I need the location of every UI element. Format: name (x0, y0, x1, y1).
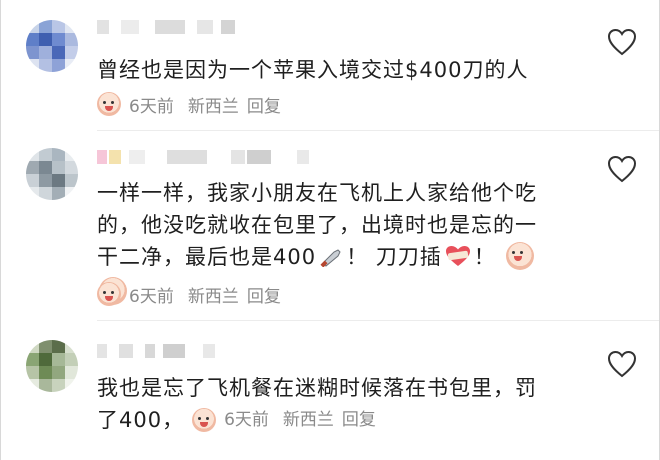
comment-text: 我也是忘了飞机餐在迷糊时候落在书包里，罚 了400， 6天前 新西兰 回复 (97, 372, 567, 436)
text-segment: ！ 刀刀插 (346, 245, 442, 269)
comment-location: 新西兰 (282, 410, 334, 430)
crying-face-emoji-icon (505, 242, 534, 270)
reply-button[interactable]: 回复 (247, 92, 281, 117)
kitchen-knife-icon (319, 244, 343, 276)
avatar[interactable] (26, 340, 78, 392)
username-blurred[interactable] (97, 20, 257, 38)
text-segment: ！ (473, 245, 496, 269)
comment-location: 新西兰 (187, 96, 239, 117)
comment-time: 6天前 (129, 96, 174, 117)
text-segment: 干二净，最后也是400 (97, 245, 317, 269)
like-heart-icon[interactable] (607, 155, 637, 183)
comment-text-line: 一样一样，我家小朋友在飞机上人家给他个吃 (97, 181, 537, 205)
text-segment: 了400， (97, 408, 185, 432)
divider (97, 320, 659, 321)
comment-meta: 6天前 新西兰 回复 (97, 282, 281, 307)
comment-text-line: 的，他没吃就收在包里了，出境时也是忘的一 (97, 213, 537, 237)
comment-text-line: 我也是忘了飞机餐在迷糊时候落在书包里，罚 (97, 376, 537, 400)
divider (97, 130, 659, 131)
comment-time: 6天前 (129, 286, 174, 307)
crying-face-emoji-icon (97, 282, 121, 306)
comment-meta: 6天前 新西兰 回复 (192, 408, 376, 432)
comment-meta: 6天前 新西兰 回复 (97, 92, 281, 117)
avatar[interactable] (26, 20, 78, 72)
comment-time: 6天前 (224, 410, 269, 430)
comment-text-line: 了400， 6天前 新西兰 回复 (97, 404, 567, 436)
avatar[interactable] (26, 148, 78, 200)
like-heart-icon[interactable] (607, 350, 637, 378)
crying-face-emoji-icon (97, 92, 121, 116)
like-heart-icon[interactable] (607, 28, 637, 56)
crying-face-emoji-icon (192, 408, 217, 432)
username-blurred[interactable] (97, 344, 237, 362)
reply-button[interactable]: 回复 (247, 282, 281, 307)
comment-text: 曾经也是因为一个苹果入境交过$400刀的人 (97, 58, 529, 82)
broken-heart-bandage-icon (445, 244, 471, 276)
username-blurred[interactable] (97, 150, 317, 168)
reply-button[interactable]: 回复 (342, 404, 376, 436)
comment-location: 新西兰 (187, 286, 239, 307)
